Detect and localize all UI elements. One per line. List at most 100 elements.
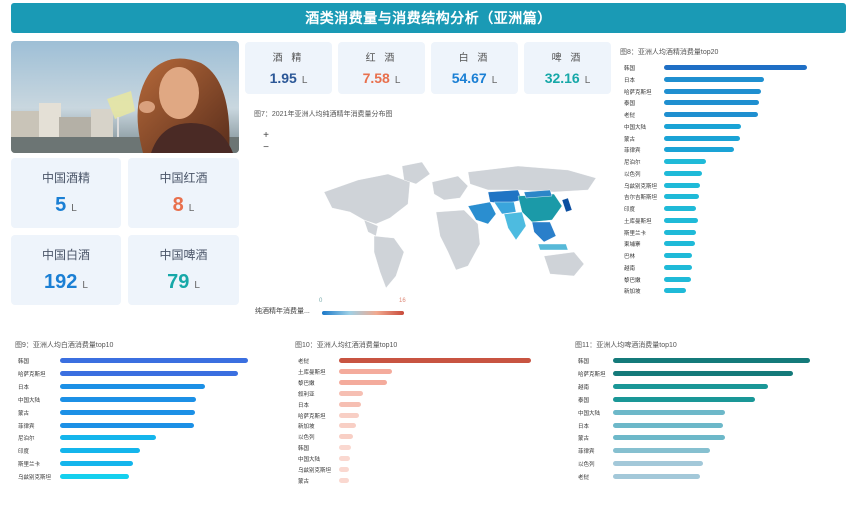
bar[interactable]	[60, 370, 239, 376]
bar-category-label: 蒙古	[18, 410, 30, 417]
bar[interactable]	[339, 456, 350, 462]
bar[interactable]	[664, 170, 702, 176]
bar[interactable]	[664, 264, 693, 270]
bar[interactable]	[339, 434, 354, 440]
bar[interactable]	[664, 123, 742, 129]
bar-category-label: 叙利亚	[298, 391, 315, 398]
bar[interactable]	[613, 383, 768, 389]
bar[interactable]	[613, 358, 810, 363]
bar[interactable]	[339, 390, 363, 396]
stat-asia-alcohol: 酒 精 1.95 L	[245, 42, 332, 94]
bar-category-label: 新加坡	[298, 424, 315, 431]
chart-title: 图10：亚洲人均红酒消费量top10	[295, 342, 398, 349]
bar[interactable]	[339, 477, 349, 483]
bar[interactable]	[613, 461, 703, 467]
map-legend-label: 纯酒精年消费量...	[255, 308, 310, 315]
world-map[interactable]	[318, 152, 608, 292]
bar-category-label: 土库曼斯坦	[624, 218, 652, 225]
bar[interactable]	[613, 370, 793, 376]
bar-category-label: 菲律宾	[624, 148, 641, 155]
chart-title: 图9：亚洲人均白酒消费量top10	[15, 342, 114, 349]
china	[517, 193, 563, 223]
bar-category-label: 韩国	[578, 359, 590, 365]
bar[interactable]	[339, 401, 361, 407]
bar[interactable]	[664, 276, 691, 282]
bar[interactable]	[613, 448, 711, 454]
bar-category-label: 新加坡	[624, 289, 641, 296]
bar[interactable]	[664, 182, 701, 188]
bar-category-label: 斯里兰卡	[18, 462, 41, 469]
tile-unit: L	[194, 280, 200, 291]
stat-value: 32.16	[544, 69, 580, 86]
bar[interactable]	[339, 423, 356, 429]
bar[interactable]	[664, 65, 807, 70]
bar[interactable]	[664, 288, 687, 294]
tile-label: 中国红酒	[159, 171, 208, 185]
stat-label: 白 酒	[458, 52, 491, 64]
bar[interactable]	[664, 100, 760, 106]
stat-value: 1.95	[269, 69, 297, 86]
bar[interactable]	[664, 147, 735, 153]
bar[interactable]	[60, 358, 248, 363]
bar-category-label: 老挝	[624, 113, 636, 119]
zoom-out-button[interactable]: −	[258, 142, 274, 154]
bar[interactable]	[60, 396, 197, 402]
bar[interactable]	[613, 396, 756, 402]
stat-asia-wine: 红 酒 7.58 L	[338, 42, 425, 94]
bar[interactable]	[664, 76, 764, 82]
bar-category-label: 斯里兰卡	[624, 230, 647, 237]
bar-category-label: 以色列	[624, 171, 641, 178]
bar[interactable]	[339, 412, 360, 418]
bar-category-label: 黎巴嫩	[298, 380, 315, 387]
tile-value: 8	[172, 194, 184, 216]
central-asia	[493, 201, 517, 215]
bar[interactable]	[339, 445, 351, 451]
stat-unit: L	[491, 74, 498, 86]
bar-category-label: 中国大陆	[18, 397, 41, 404]
bar-category-label: 老挝	[298, 359, 310, 365]
bar[interactable]	[339, 358, 531, 363]
bar-category-label: 土库曼斯坦	[298, 369, 326, 376]
bar[interactable]	[60, 474, 129, 480]
bar[interactable]	[664, 159, 707, 164]
stat-label: 红 酒	[365, 52, 398, 64]
zoom-in-button[interactable]: +	[258, 130, 274, 142]
korea-japan	[561, 197, 573, 213]
bar[interactable]	[60, 422, 195, 428]
map-title: 图7：2021年亚洲人均纯酒精年消费量分布图	[254, 111, 393, 118]
bar[interactable]	[664, 112, 758, 117]
bar-category-label: 日本	[578, 423, 590, 430]
bar[interactable]	[339, 368, 392, 374]
bar[interactable]	[60, 435, 156, 441]
stat-unit: L	[584, 74, 591, 86]
bar[interactable]	[664, 253, 693, 258]
bar[interactable]	[60, 383, 205, 389]
bar[interactable]	[339, 379, 387, 385]
bar[interactable]	[664, 194, 700, 200]
bar[interactable]	[664, 206, 697, 211]
tile-china-beer: 中国啤酒 79 L	[128, 235, 239, 305]
bar[interactable]	[613, 474, 701, 480]
bar-category-label: 乌兹别克斯坦	[18, 475, 52, 482]
bar[interactable]	[664, 88, 761, 94]
bar[interactable]	[613, 409, 726, 415]
bar-category-label: 吉尔吉斯斯坦	[624, 195, 658, 202]
bar-category-label: 韩国	[298, 446, 310, 453]
africa	[435, 209, 481, 271]
bar[interactable]	[664, 135, 740, 141]
bar-category-label: 印度	[18, 449, 30, 456]
bar[interactable]	[60, 448, 141, 454]
bar[interactable]	[60, 409, 196, 415]
bar[interactable]	[613, 435, 726, 441]
bar-category-label: 韩国	[624, 66, 636, 72]
bar[interactable]	[339, 467, 350, 472]
bar-category-label: 尼泊尔	[624, 160, 641, 166]
bar-category-label: 尼泊尔	[18, 436, 35, 443]
bar[interactable]	[664, 229, 697, 235]
bar-category-label: 以色列	[298, 435, 315, 442]
bar[interactable]	[664, 241, 695, 247]
bar[interactable]	[613, 422, 723, 428]
bar[interactable]	[60, 461, 134, 467]
bar[interactable]	[664, 217, 698, 223]
map-legend-gradient[interactable]	[322, 311, 404, 315]
